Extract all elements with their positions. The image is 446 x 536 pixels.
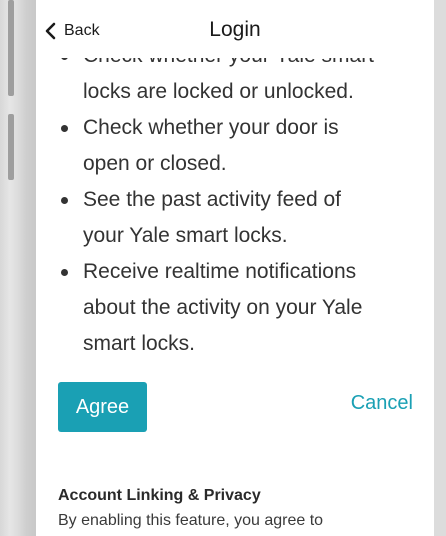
privacy-text: By enabling this feature, you agree to [58, 512, 324, 529]
list-item-line: Check whether your door is [83, 116, 339, 139]
bullet-dot [61, 125, 68, 132]
list-item-line: Receive realtime notifications [83, 260, 357, 283]
list-item: Receive realtime notifications about the… [58, 254, 418, 362]
device-side-button [8, 114, 14, 180]
list-item: Check whether your door is open or close… [58, 110, 418, 182]
list-item-line: open or closed. [83, 152, 227, 175]
list-item-line: See the past activity feed of [83, 188, 341, 211]
feature-list: Check whether your Yale smart locks are … [58, 38, 418, 362]
device-side-button [8, 0, 14, 96]
list-item-line: your Yale smart locks. [83, 224, 288, 247]
privacy-heading: Account Linking & Privacy [58, 487, 261, 504]
list-item-line: smart locks. [83, 332, 196, 355]
list-item: See the past activity feed of your Yale … [58, 182, 418, 254]
list-item-line: locks are locked or unlocked. [83, 80, 354, 103]
page-title: Login [209, 18, 261, 41]
device-edge [434, 0, 446, 536]
app-screen: Check whether your Yale smart locks are … [36, 0, 434, 536]
agree-button[interactable]: Agree [58, 382, 147, 432]
list-item-line: about the activity on your Yale [83, 296, 363, 319]
cancel-button[interactable]: Cancel [321, 392, 413, 415]
bullet-dot [61, 269, 68, 276]
nav-header: Back Login [36, 0, 434, 58]
bullet-dot [61, 197, 68, 204]
